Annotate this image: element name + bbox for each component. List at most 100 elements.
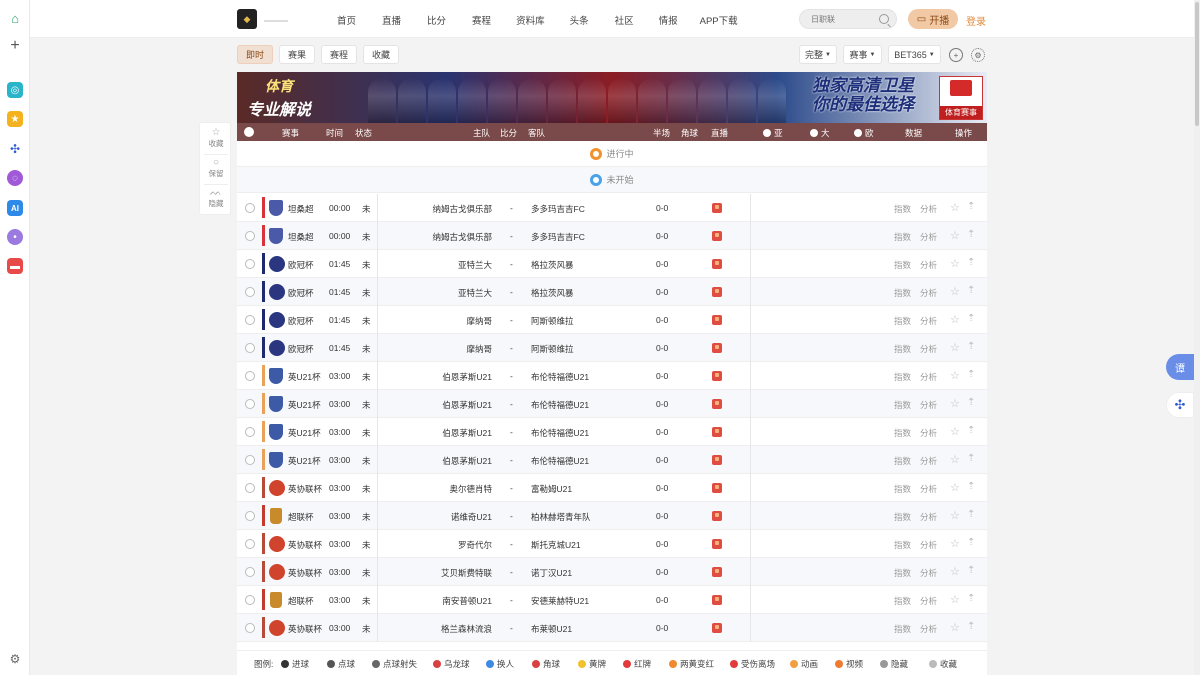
network-app-icon[interactable]: ✣ (7, 141, 23, 157)
live-tv-icon[interactable] (712, 539, 722, 549)
tab-schedule[interactable]: 赛程 (321, 45, 357, 64)
row-away-team[interactable]: 格拉茨风暴 (531, 287, 574, 299)
col-euro[interactable]: 欧 (854, 127, 874, 139)
row-home-team[interactable]: 摩纳哥 (466, 343, 492, 355)
live-tv-icon[interactable] (712, 371, 722, 381)
row-league[interactable]: 欧冠杯 (288, 315, 314, 327)
search-icon[interactable] (879, 14, 889, 24)
hide-tool[interactable]: ᨓ 隐藏 (200, 187, 232, 209)
row-index-link[interactable]: 指数 (894, 455, 911, 467)
pin-top-icon[interactable]: ⇡ (967, 257, 975, 268)
row-league[interactable]: 英协联杯 (288, 567, 322, 579)
row-index-link[interactable]: 指数 (894, 203, 911, 215)
col-big[interactable]: 大 (810, 127, 830, 139)
row-index-link[interactable]: 指数 (894, 343, 911, 355)
row-index-link[interactable]: 指数 (894, 231, 911, 243)
row-analysis-link[interactable]: 分析 (920, 427, 937, 439)
pin-top-icon[interactable]: ⇡ (967, 341, 975, 352)
row-away-team[interactable]: 布伦特福德U21 (531, 399, 589, 411)
nav-item[interactable]: 比分 (427, 13, 446, 27)
select-all-radio[interactable] (244, 127, 254, 137)
section-upcoming[interactable]: 未开始 (237, 167, 987, 193)
scrollbar-thumb[interactable] (1195, 2, 1199, 126)
pin-top-icon[interactable]: ⇡ (967, 593, 975, 604)
favorite-star-icon[interactable]: ☆ (950, 257, 960, 270)
row-league[interactable]: 英U21杯 (288, 455, 321, 467)
table-row[interactable]: 英协联杯 03:00 未 艾贝斯费特联 - 诺丁汉U21 0-0 指数 分析 ☆ ⇡ (237, 558, 987, 586)
home-icon[interactable]: ⌂ (7, 10, 23, 26)
favorite-star-icon[interactable]: ☆ (950, 313, 960, 326)
favorite-star-icon[interactable]: ☆ (950, 285, 960, 298)
live-tv-icon[interactable] (712, 399, 722, 409)
row-home-team[interactable]: 诺维奇U21 (451, 511, 492, 523)
favorite-star-icon[interactable]: ☆ (950, 481, 960, 494)
table-row[interactable]: 坦桑超 00:00 未 纳姆古戈俱乐部 - 多多玛吉吉FC 0-0 指数 分析 ☆ ⇡ (237, 222, 987, 250)
row-home-team[interactable]: 格兰森林流浪 (441, 623, 492, 635)
row-analysis-link[interactable]: 分析 (920, 343, 937, 355)
table-row[interactable]: 英协联杯 03:00 未 格兰森林流浪 - 布莱顿U21 0-0 指数 分析 ☆ ⇡ (237, 614, 987, 642)
table-row[interactable]: 英U21杯 03:00 未 伯恩茅斯U21 - 布伦特福德U21 0-0 指数 分析 ☆ ⇡ (237, 362, 987, 390)
row-index-link[interactable]: 指数 (894, 399, 911, 411)
row-select-radio[interactable] (245, 203, 255, 213)
row-select-radio[interactable] (245, 259, 255, 269)
favorite-star-icon[interactable]: ☆ (950, 201, 960, 214)
nav-item[interactable]: 资料库 (516, 13, 545, 27)
row-index-link[interactable]: 指数 (894, 567, 911, 579)
tab-live[interactable]: 即时 (237, 45, 273, 64)
tab-results[interactable]: 赛果 (279, 45, 315, 64)
view-select[interactable]: 完整 ▼ (799, 45, 837, 64)
live-tv-icon[interactable] (712, 343, 722, 353)
row-select-radio[interactable] (245, 455, 255, 465)
table-row[interactable]: 超联杯 03:00 未 南安普顿U21 - 安德莱赫特U21 0-0 指数 分析 ☆ ⇡ (237, 586, 987, 614)
pin-top-icon[interactable]: ⇡ (967, 565, 975, 576)
live-tv-icon[interactable] (712, 315, 722, 325)
live-tv-icon[interactable] (712, 287, 722, 297)
ai-ring-app-icon[interactable]: ◌ (7, 170, 23, 186)
row-away-team[interactable]: 富勒姆U21 (531, 483, 572, 495)
bookmaker-select[interactable]: BET365 ▼ (888, 45, 941, 64)
row-league[interactable]: 超联杯 (288, 511, 314, 523)
row-league[interactable]: 英U21杯 (288, 427, 321, 439)
row-analysis-link[interactable]: 分析 (920, 203, 937, 215)
row-select-radio[interactable] (245, 567, 255, 577)
favorite-tool[interactable]: ☆ 收藏 (200, 127, 232, 149)
keep-tool[interactable]: ○ 保留 (200, 157, 232, 179)
row-index-link[interactable]: 指数 (894, 287, 911, 299)
nav-item[interactable]: 头条 (570, 13, 589, 27)
pin-top-icon[interactable]: ⇡ (967, 229, 975, 240)
tab-favorites[interactable]: 收藏 (363, 45, 399, 64)
row-away-team[interactable]: 斯托克城U21 (531, 539, 581, 551)
row-analysis-link[interactable]: 分析 (920, 567, 937, 579)
row-index-link[interactable]: 指数 (894, 371, 911, 383)
row-league[interactable]: 欧冠杯 (288, 259, 314, 271)
live-tv-icon[interactable] (712, 483, 722, 493)
row-home-team[interactable]: 奥尔德肖特 (449, 483, 492, 495)
row-away-team[interactable]: 阿斯顿维拉 (531, 315, 574, 327)
row-analysis-link[interactable]: 分析 (920, 623, 937, 635)
table-row[interactable]: 英U21杯 03:00 未 伯恩茅斯U21 - 布伦特福德U21 0-0 指数 分析 ☆ ⇡ (237, 418, 987, 446)
row-away-team[interactable]: 多多玛吉吉FC (531, 231, 585, 243)
pin-top-icon[interactable]: ⇡ (967, 621, 975, 632)
live-tv-icon[interactable] (712, 427, 722, 437)
row-index-link[interactable]: 指数 (894, 483, 911, 495)
row-league[interactable]: 坦桑超 (288, 203, 314, 215)
row-away-team[interactable]: 布伦特福德U21 (531, 455, 589, 467)
row-away-team[interactable]: 布伦特福德U21 (531, 371, 589, 383)
row-analysis-link[interactable]: 分析 (920, 483, 937, 495)
nav-item[interactable]: APP下载 (700, 13, 738, 27)
row-analysis-link[interactable]: 分析 (920, 231, 937, 243)
row-index-link[interactable]: 指数 (894, 511, 911, 523)
row-analysis-link[interactable]: 分析 (920, 259, 937, 271)
promo-banner[interactable]: 体育 专业解说 独家高清卫星 你的最佳选择 体育赛事 (237, 72, 987, 123)
row-home-team[interactable]: 亚特兰大 (458, 287, 492, 299)
app-icon-teal[interactable]: ◎ (7, 82, 23, 98)
row-select-radio[interactable] (245, 287, 255, 297)
live-tv-icon[interactable] (712, 203, 722, 213)
game-app-icon[interactable]: ▬ (7, 258, 23, 274)
row-select-radio[interactable] (245, 595, 255, 605)
chat-app-icon[interactable]: • (7, 229, 23, 245)
settings-gear-icon[interactable]: ⚙ (7, 651, 23, 667)
row-index-link[interactable]: 指数 (894, 623, 911, 635)
favorite-star-icon[interactable]: ☆ (950, 397, 960, 410)
row-away-team[interactable]: 格拉茨风暴 (531, 259, 574, 271)
